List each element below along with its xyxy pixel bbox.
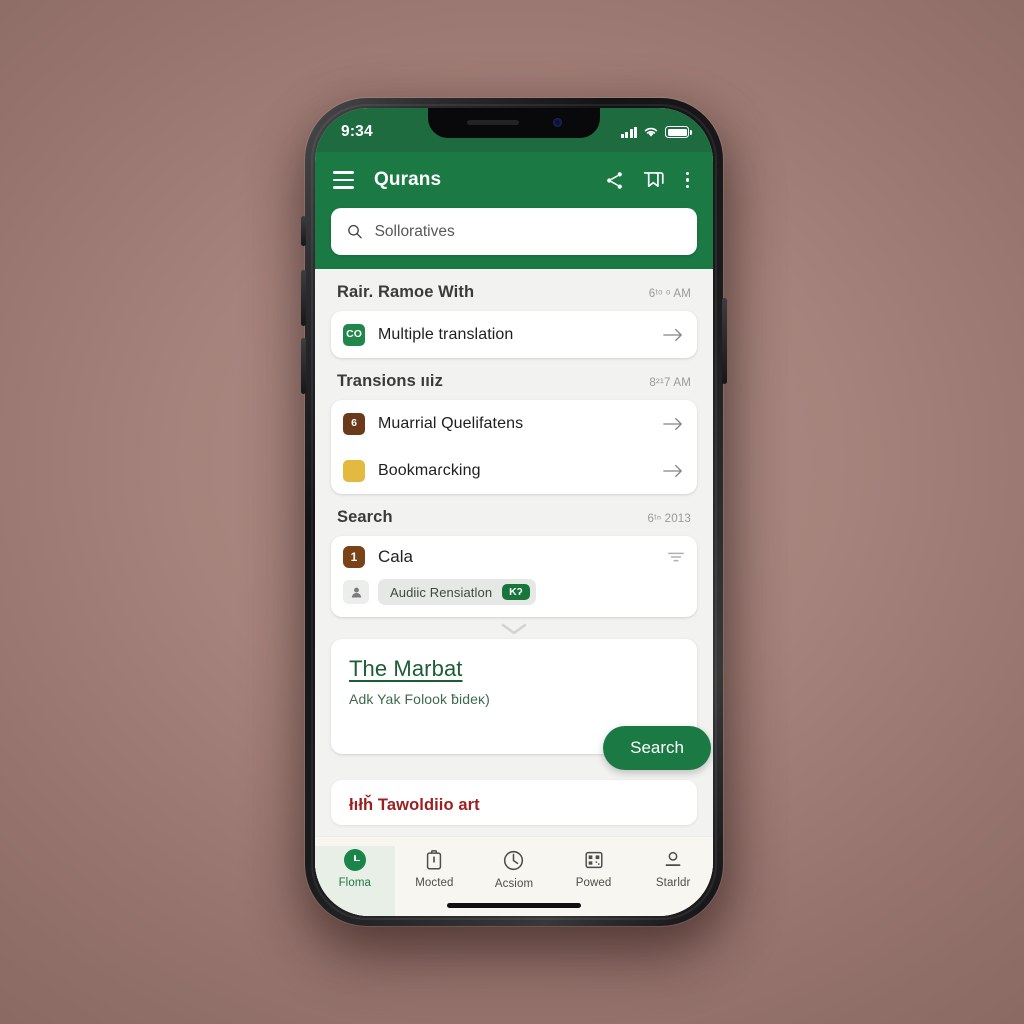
status-bar-time: 9:34 [341,123,373,140]
silent-switch-button[interactable] [301,216,306,246]
search-box[interactable] [331,208,697,255]
arrow-right-icon[interactable] [663,416,683,432]
bookmark-heart-icon[interactable] [642,169,665,191]
volume-up-button[interactable] [301,270,306,326]
home-indicator[interactable] [447,903,581,908]
detail-card-subtitle: Adk Yak Folook ƀideĸ) [349,691,490,707]
list-item[interactable]: CO Multiple translation [331,311,697,358]
result-index-badge: 1 [343,546,365,568]
person-icon [665,851,681,866]
earpiece-speaker [466,119,519,125]
qualification-tile-icon: 6 [343,412,365,435]
search-button[interactable]: Search [603,726,711,770]
search-input[interactable] [374,222,681,241]
audio-translation-chip[interactable]: Audiic Rensiatlon Kʔ [378,579,536,605]
notch [428,108,600,138]
list-item[interactable]: Bookmaɾcking [331,447,697,494]
section-card: CO Multiple translation [331,311,697,358]
chevron-down-icon[interactable] [499,622,529,636]
section-timestamp: 8²¹7 AM [649,377,691,389]
result-title[interactable]: Cala [378,547,654,567]
list-item-label: Bookmaɾcking [378,461,481,479]
section-timestamp: 6ᵗᵒ ᵒ AM [648,288,691,300]
list-item-label: Multiple translation [378,325,514,343]
qr-code-icon [585,851,603,869]
section-header: Transions ııiz 8²¹7 AM [331,358,697,400]
detail-card-title[interactable]: The Marbat [349,656,679,682]
search-section-timestamp: 6ᵗⁿ 2013 [647,513,691,525]
nav-label: Acsiom [494,878,534,890]
nav-label: Floma [338,877,372,889]
content-scroll-area[interactable]: Rair. Ramoe With 6ᵗᵒ ᵒ AM CO Multiple tr… [315,269,713,916]
list-item-label: Muarrial Quelifatens [378,414,524,432]
section-card: 6 Muarrial Quelifatens Bookmaɾcking [331,400,697,494]
section-title: Rair. Ramoe With [337,283,475,301]
phone-device-frame: 9:34 Qurans Solloratives Rair. Ramoe Wit… [301,98,727,926]
section-title: Transions ııiz [337,372,443,390]
home-clock-icon [343,849,366,871]
chip-badge: Kʔ [502,583,530,601]
more-vertical-icon[interactable] [682,170,693,190]
status-bar-indicators [620,122,692,138]
detail-card: The Marbat Adk Yak Folook ƀideĸ) Search [331,639,711,770]
bookmark-tile-icon [343,459,365,482]
phone-screen: 9:34 Qurans Solloratives Rair. Ramoe Wit… [315,108,713,916]
nav-label: Mocted [415,877,454,889]
page-title: Qurans [374,169,442,190]
nav-label: Starldr [655,877,691,889]
volume-down-button[interactable] [301,338,306,394]
power-button[interactable] [722,298,727,384]
search-result-meta: Audiic Rensiatlon Kʔ [343,579,685,605]
nav-label: Powed [575,877,612,889]
clipboard-icon [427,850,442,870]
wifi-icon [644,127,658,137]
search-section-title: Search [337,508,393,526]
list-item[interactable]: 6 Muarrial Quelifatens [331,400,697,447]
share-icon[interactable] [604,170,625,191]
arrow-right-icon[interactable] [663,327,683,343]
translation-tile-icon: CO [343,323,365,346]
app-bar-actions [604,169,693,191]
chip-label: Audiic Rensiatlon [390,584,493,600]
clock-icon [504,850,524,871]
hamburger-menu-icon[interactable] [333,171,354,189]
cellular-signal-icon [620,126,637,138]
battery-icon [665,126,692,138]
search-section-header: Search 6ᵗⁿ 2013 [331,494,697,536]
next-card-peek[interactable]: łıłȟ Tawoldiio art [331,780,697,825]
search-band [315,208,713,269]
person-avatar-icon [343,580,369,604]
search-result-card: 1 Cala Audiic Rensiatlon Kʔ [331,536,697,617]
nav-item-starldr[interactable]: Starldr [633,846,713,916]
search-icon [348,224,362,239]
section-header: Rair. Ramoe With 6ᵗᵒ ᵒ AM [331,269,697,311]
app-bar: Qurans [315,152,713,208]
filter-icon[interactable] [667,550,685,564]
nav-item-home[interactable]: Floma [315,846,395,916]
next-card-title: łıłȟ Tawoldiio art [349,796,480,814]
expand-divider[interactable] [331,617,697,639]
arrow-right-icon[interactable] [663,463,683,479]
front-camera-icon [552,117,562,127]
search-result-header: 1 Cala [343,546,685,568]
